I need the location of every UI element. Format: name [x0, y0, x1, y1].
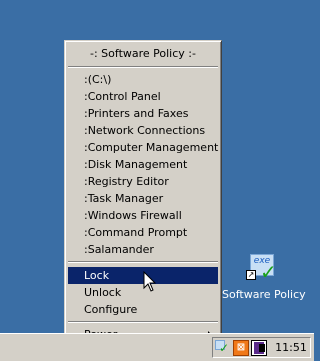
menu-item-command-prompt[interactable]: :Command Prompt [68, 224, 218, 241]
menu-item-task-manager[interactable]: :Task Manager [68, 190, 218, 207]
menu-item-disk-management[interactable]: :Disk Management [68, 156, 218, 173]
menu-separator [68, 66, 218, 68]
software-policy-icon: exe ↗ ✓ [246, 254, 278, 284]
mouse-pointer-icon [143, 271, 157, 292]
software-policy-tray-icon[interactable]: ✓ [215, 340, 231, 356]
taskbar: ✓ ⊠ 11:51 [0, 333, 314, 361]
menu-item-windows-firewall[interactable]: :Windows Firewall [68, 207, 218, 224]
menu-item-registry-editor[interactable]: :Registry Editor [68, 173, 218, 190]
menu-item-control-panel[interactable]: :Control Panel [68, 88, 218, 105]
vs-logo-detail [259, 344, 265, 352]
menu-title: -: Software Policy :- [90, 47, 196, 60]
system-tray: ✓ ⊠ 11:51 [212, 337, 311, 358]
xampp-tray-icon[interactable]: ⊠ [233, 340, 249, 356]
menu-item-salamander[interactable]: :Salamander [68, 241, 218, 258]
shortcut-arrow-icon: ↗ [246, 270, 256, 280]
menu-separator [68, 321, 218, 323]
menu-item-c-drive[interactable]: :(C:\) [68, 71, 218, 88]
tray-clock[interactable]: 11:51 [273, 338, 309, 357]
checkmark-icon: ✓ [219, 341, 230, 355]
shortcut-label: Software Policy [222, 288, 306, 301]
visual-studio-tray-icon[interactable] [251, 340, 267, 356]
menu-item-configure[interactable]: Configure [68, 301, 218, 318]
menu-item-printers-and-faxes[interactable]: :Printers and Faxes [68, 105, 218, 122]
software-policy-menu: -: Software Policy :- :(C:\) :Control Pa… [64, 40, 222, 344]
menu-item-computer-management[interactable]: :Computer Management [68, 139, 218, 156]
menu-separator [68, 261, 218, 263]
software-policy-shortcut[interactable]: exe ↗ ✓ Software Policy [222, 252, 306, 302]
menu-item-network-connections[interactable]: :Network Connections [68, 122, 218, 139]
checkmark-icon: ✓ [260, 260, 277, 284]
